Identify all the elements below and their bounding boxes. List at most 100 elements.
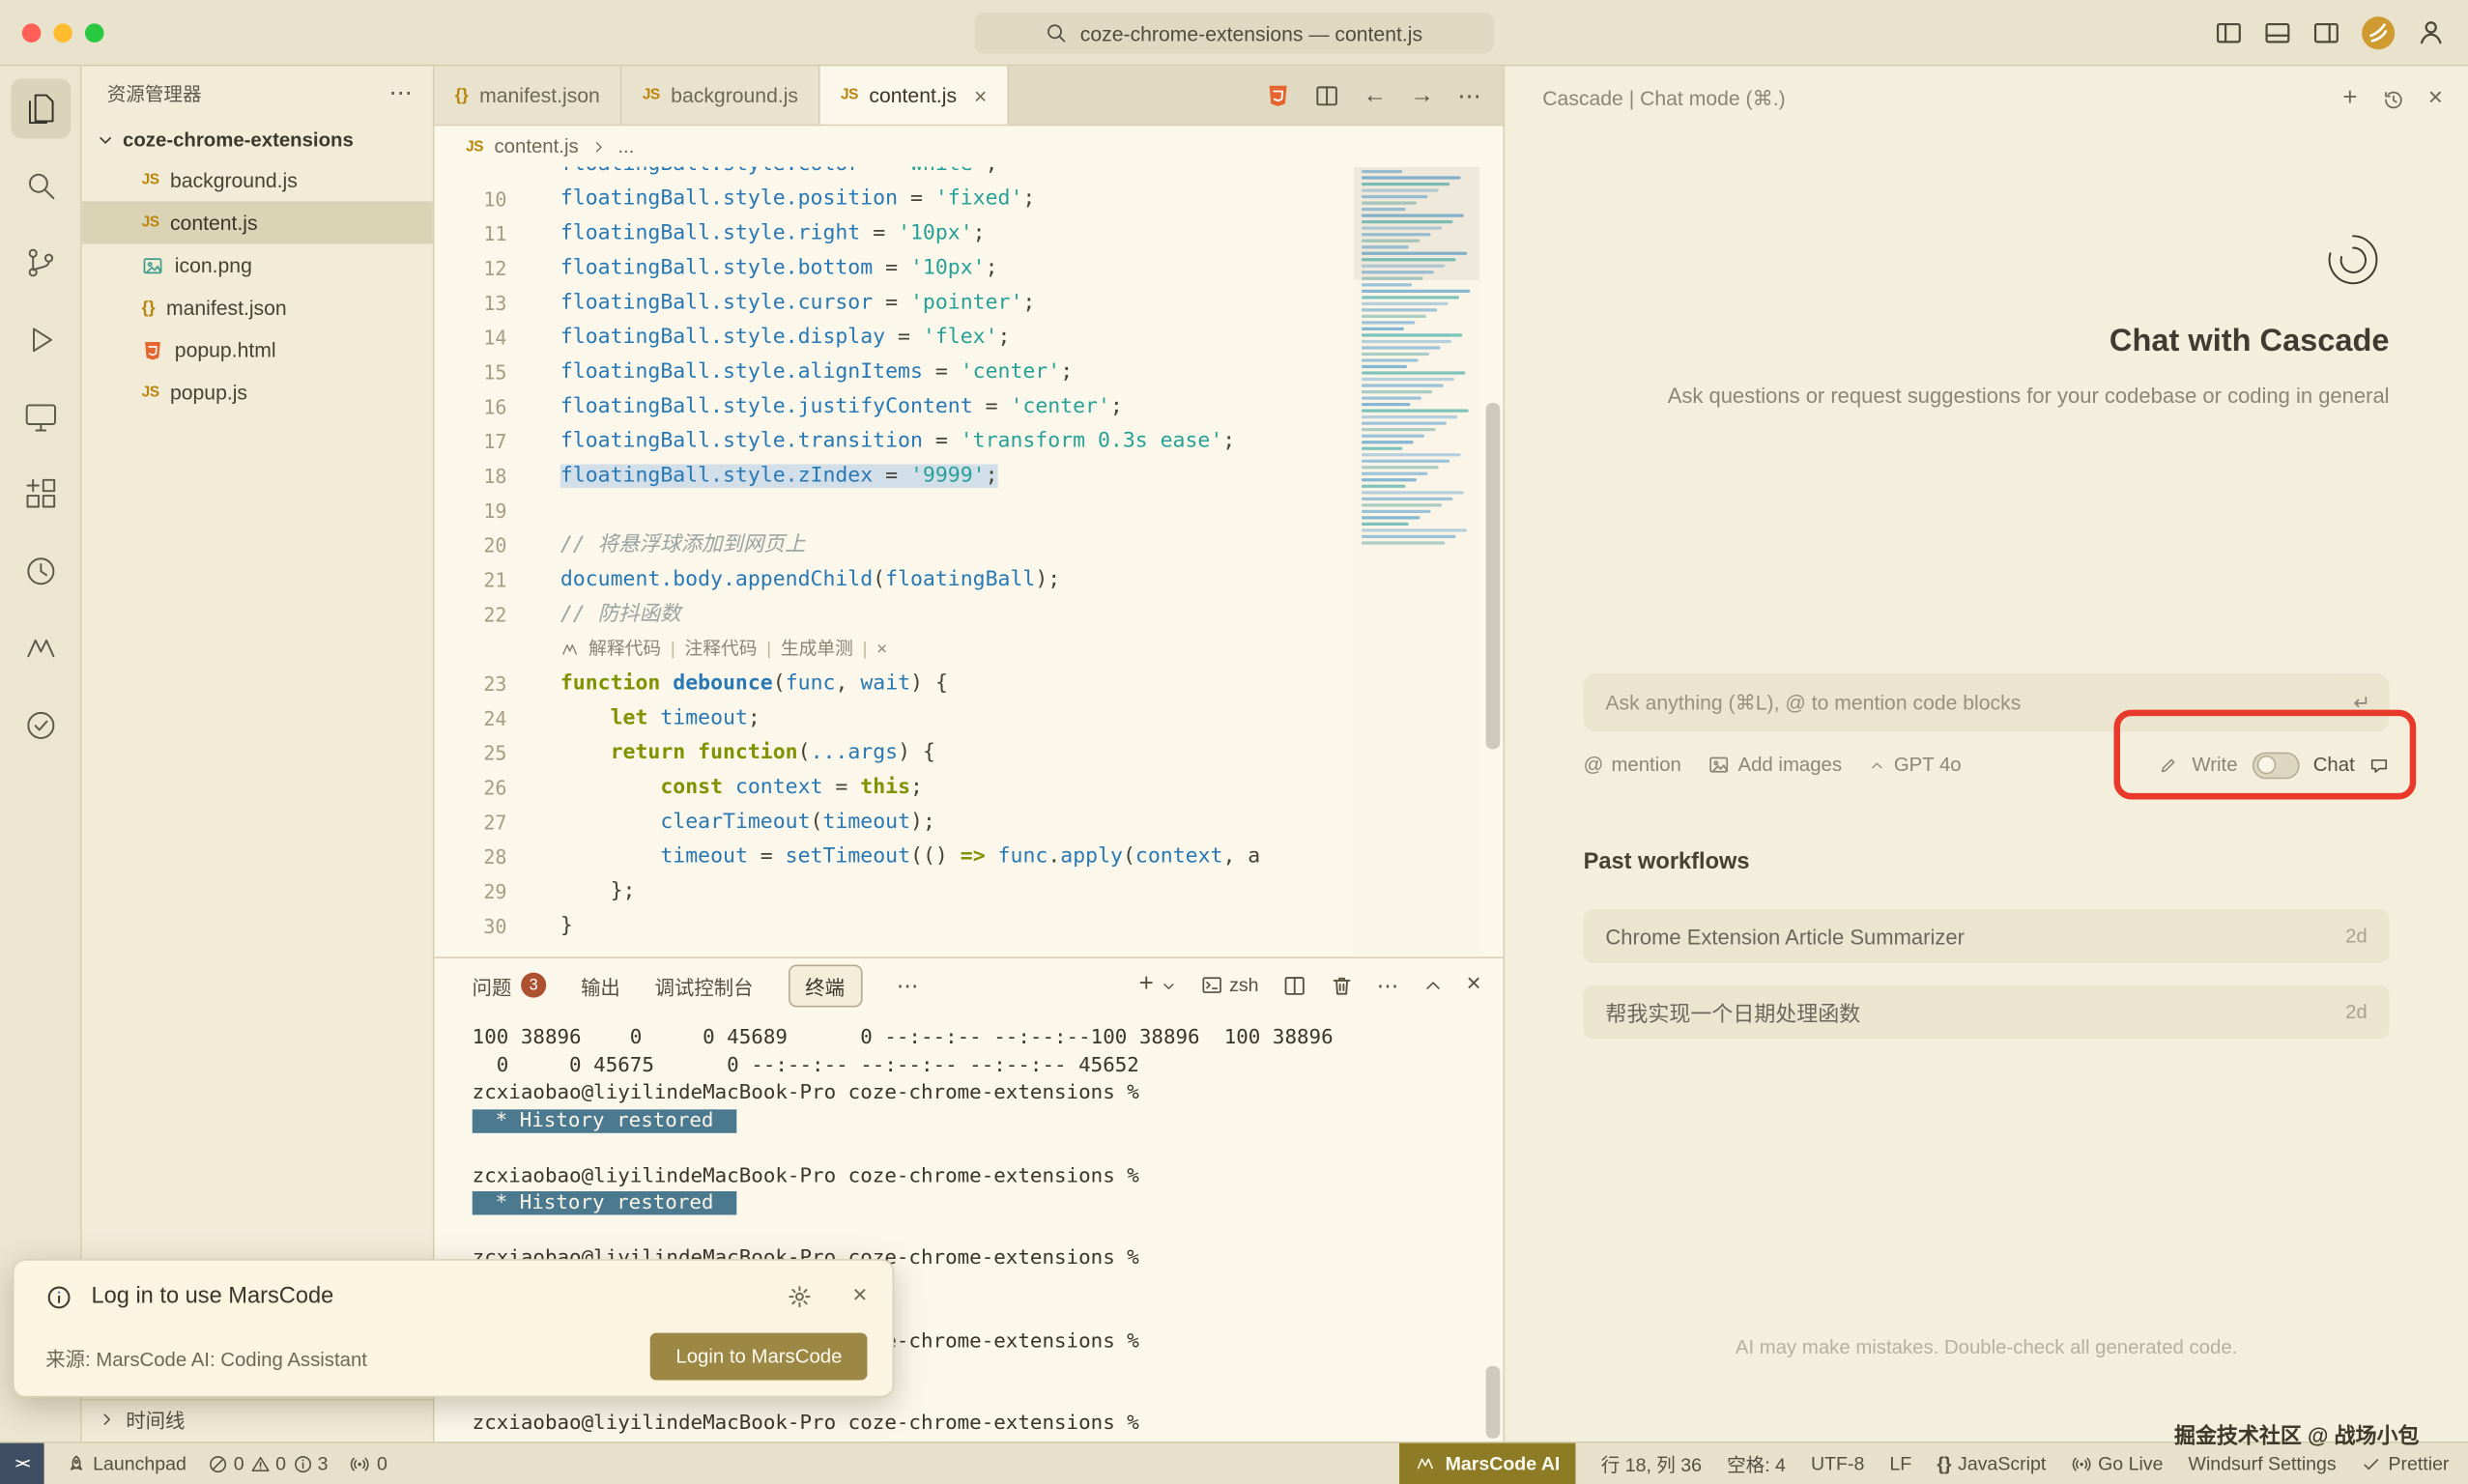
activity-check-icon[interactable] [11,696,71,756]
marscode-avatar[interactable] [2361,14,2396,49]
ports-status[interactable]: 0 [350,1452,387,1474]
launchpad-status[interactable]: Launchpad [66,1452,186,1474]
file-item-popup.html[interactable]: popup.html [82,328,433,371]
toggle-panel-icon[interactable] [2263,18,2291,46]
panel-tab-调试控制台[interactable]: 调试控制台 [655,970,754,1000]
command-center-search[interactable]: coze-chrome-extensions — content.js [974,13,1494,53]
editor-more-icon[interactable]: ⋯ [1457,81,1480,109]
write-chat-toggle[interactable] [2252,752,2299,779]
remote-indicator[interactable]: >< [0,1442,44,1484]
line-number: 27 [435,806,507,841]
file-item-background.js[interactable]: JSbackground.js [82,159,433,202]
new-chat-icon[interactable]: + [2342,85,2357,113]
chat-input[interactable] [1602,689,2353,716]
codelens-action[interactable]: 解释代码 [588,633,661,668]
activity-search-icon[interactable] [11,156,71,215]
panel-tabs-more-icon[interactable]: ⋯ [897,972,919,999]
codelens-action[interactable]: 生成单测 [781,633,853,668]
panel-tab-问题[interactable]: 问题3 [473,970,547,1000]
tab-manifest.json[interactable]: {}manifest.json [435,66,622,124]
toggle-sidebar-icon[interactable] [2215,18,2243,46]
chat-input-box[interactable]: ↵ [1584,673,2390,731]
breadcrumb-more: ... [617,135,634,157]
go-forward-icon[interactable]: → [1410,82,1433,109]
activity-source-control-icon[interactable] [11,233,71,293]
code-editor[interactable]: floatingBall.style.color = 'white';10flo… [435,167,1504,957]
codelens-close-icon[interactable]: × [876,633,887,668]
new-terminal-button[interactable]: + [1139,971,1178,999]
panel-tab-终端[interactable]: 终端 [788,964,862,1007]
panel-more-icon[interactable]: ⋯ [1377,972,1399,999]
status-lf[interactable]: LF [1889,1452,1911,1474]
status-prettier[interactable]: Prettier [2362,1452,2450,1474]
activity-marscode-icon[interactable] [11,618,71,678]
activity-run-debug-icon[interactable] [11,310,71,370]
activity-remote-explorer-icon[interactable] [11,387,71,447]
status--18-36[interactable]: 行 18, 列 36 [1601,1450,1702,1477]
marscode-codelens[interactable]: 解释代码|注释代码|生成单测|× [435,633,1504,668]
status--4[interactable]: 空格: 4 [1727,1450,1786,1477]
code-line: 21document.body.appendChild(floatingBall… [435,563,1504,598]
explorer-more-icon[interactable]: ⋯ [388,78,414,106]
minimap-slider[interactable] [1354,167,1479,280]
workflow-item[interactable]: Chrome Extension Article Summarizer2d [1584,909,2390,962]
file-item-manifest.json[interactable]: {}manifest.json [82,286,433,328]
close-panel-icon[interactable]: × [1467,971,1481,999]
send-enter-icon[interactable]: ↵ [2353,690,2370,715]
status-windsurf-settings[interactable]: Windsurf Settings [2189,1452,2337,1474]
status-go-live[interactable]: Go Live [2071,1452,2163,1474]
status-marscode-ai[interactable]: MarsCode AI [1399,1442,1575,1484]
minimap[interactable] [1354,167,1479,957]
past-workflows-title: Past workflows [1584,850,1750,875]
tab-label: content.js [869,83,957,106]
gear-icon[interactable] [787,1284,812,1309]
maximize-panel-icon[interactable] [1422,975,1443,995]
account-icon[interactable] [2416,17,2446,47]
tree-root-folder[interactable]: coze-chrome-extensions [82,120,433,159]
shell-profile-button[interactable]: zsh [1201,974,1259,996]
terminal-scrollbar[interactable] [1486,1366,1501,1439]
status-javascript[interactable]: {}JavaScript [1937,1452,2046,1474]
split-terminal-icon[interactable] [1282,973,1306,996]
codelens-action[interactable]: 注释代码 [685,633,758,668]
go-back-icon[interactable]: ← [1363,82,1387,109]
close-window-button[interactable] [22,23,42,43]
file-item-popup.js[interactable]: JSpopup.js [82,371,433,414]
zoom-window-button[interactable] [85,23,104,43]
split-editor-icon[interactable] [1314,83,1339,108]
html-preview-icon[interactable] [1266,83,1291,108]
breadcrumb[interactable]: JS content.js ... [435,126,1504,166]
line-number: 17 [435,425,507,460]
toggle-secondary-sidebar-icon[interactable] [2312,18,2340,46]
activity-clock-icon[interactable] [11,541,71,601]
history-icon[interactable] [2381,87,2404,110]
file-label: popup.js [170,381,247,404]
model-selector[interactable]: GPT 4o [1869,754,1962,776]
tab-background.js[interactable]: JSbackground.js [622,66,820,124]
login-marscode-button[interactable]: Login to MarsCode [650,1333,867,1381]
file-item-icon.png[interactable]: icon.png [82,243,433,286]
mention-button[interactable]: @ mention [1584,754,1681,776]
activity-explorer-icon[interactable] [11,78,71,138]
write-label[interactable]: Write [2192,754,2237,776]
js-file-icon: JS [643,87,660,104]
file-item-content.js[interactable]: JScontent.js [82,201,433,243]
panel-tab-输出[interactable]: 输出 [581,970,620,1000]
minimize-window-button[interactable] [53,23,72,43]
close-cascade-icon[interactable]: × [2428,85,2443,113]
code-text: // 防抖函数 [506,598,680,633]
panel-actions: + zsh ⋯ × [1139,971,1481,999]
close-toast-icon[interactable]: × [852,1282,867,1310]
timeline-section[interactable]: 时间线 [82,1399,433,1437]
status-utf-8[interactable]: UTF-8 [1811,1452,1864,1474]
kill-terminal-icon[interactable] [1330,973,1353,996]
problems-status[interactable]: 003 [209,1452,329,1474]
tab-content.js[interactable]: JScontent.js× [820,66,1009,124]
workflow-item[interactable]: 帮我实现一个日期处理函数2d [1584,985,2390,1039]
pencil-icon [2158,755,2178,775]
chat-label[interactable]: Chat [2313,754,2355,776]
close-tab-icon[interactable]: × [974,83,987,108]
editor-scrollbar[interactable] [1486,403,1501,749]
add-images-button[interactable]: Add images [1708,754,1842,776]
activity-extensions-icon[interactable] [11,465,71,525]
